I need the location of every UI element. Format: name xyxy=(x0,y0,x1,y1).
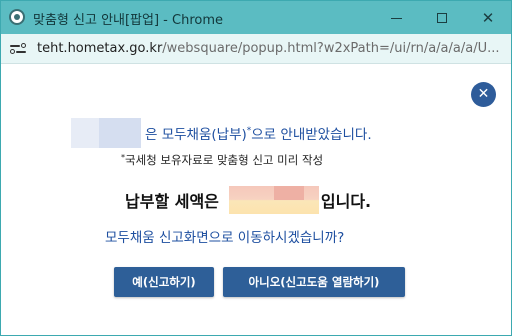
window-close-button[interactable]: ✕ xyxy=(465,1,511,34)
footnote-text: *국세청 보유자료로 맞춤형 신고 미리 작성 xyxy=(121,153,324,167)
close-icon: ✕ xyxy=(481,8,495,27)
view-help-button[interactable]: 아니오(신고도움 열람하기) xyxy=(223,267,405,297)
masked-name-left xyxy=(71,118,99,148)
move-question: 모두채움 신고화면으로 이동하시겠습니까? xyxy=(105,230,345,246)
window-title: 맞춤형 신고 안내[팝업] - Chrome xyxy=(33,13,223,28)
dialog-close-button[interactable]: ✕ xyxy=(471,82,496,107)
file-return-button[interactable]: 예(신고하기) xyxy=(114,267,214,297)
maximize-button[interactable] xyxy=(419,1,465,34)
tax-amount-suffix: 입니다. xyxy=(320,192,372,211)
notice-text: 은 모두채움(납부)*으로 안내받았습니다. xyxy=(145,126,372,143)
title-bar[interactable]: 맞춤형 신고 안내[팝업] - Chrome ✕ xyxy=(1,1,511,34)
maximize-icon xyxy=(437,12,447,23)
address-bar[interactable]: teht.hometax.go.kr/websquare/popup.html?… xyxy=(1,34,511,64)
url-path: /websquare/popup.html?w2xPath=/ui/rn/a/a… xyxy=(162,41,500,56)
masked-tax-amount xyxy=(228,186,319,214)
notice-line: 은 모두채움(납부)*으로 안내받았습니다. xyxy=(71,118,372,148)
minimize-icon xyxy=(390,18,402,19)
url-text[interactable]: teht.hometax.go.kr/websquare/popup.html?… xyxy=(37,41,505,56)
chrome-logo-icon xyxy=(9,9,25,25)
browser-popup-window: 맞춤형 신고 안내[팝업] - Chrome ✕ teht.hometax.go… xyxy=(0,0,512,336)
minimize-button[interactable] xyxy=(373,1,419,34)
masked-name-right xyxy=(99,118,141,148)
url-host: teht.hometax.go.kr xyxy=(37,41,163,56)
close-x-icon: ✕ xyxy=(477,86,490,102)
tax-amount-prefix: 납부할 세액은 xyxy=(125,192,219,211)
tax-amount-line: 납부할 세액은 입니다. xyxy=(125,185,371,215)
site-settings-icon[interactable] xyxy=(10,42,26,56)
